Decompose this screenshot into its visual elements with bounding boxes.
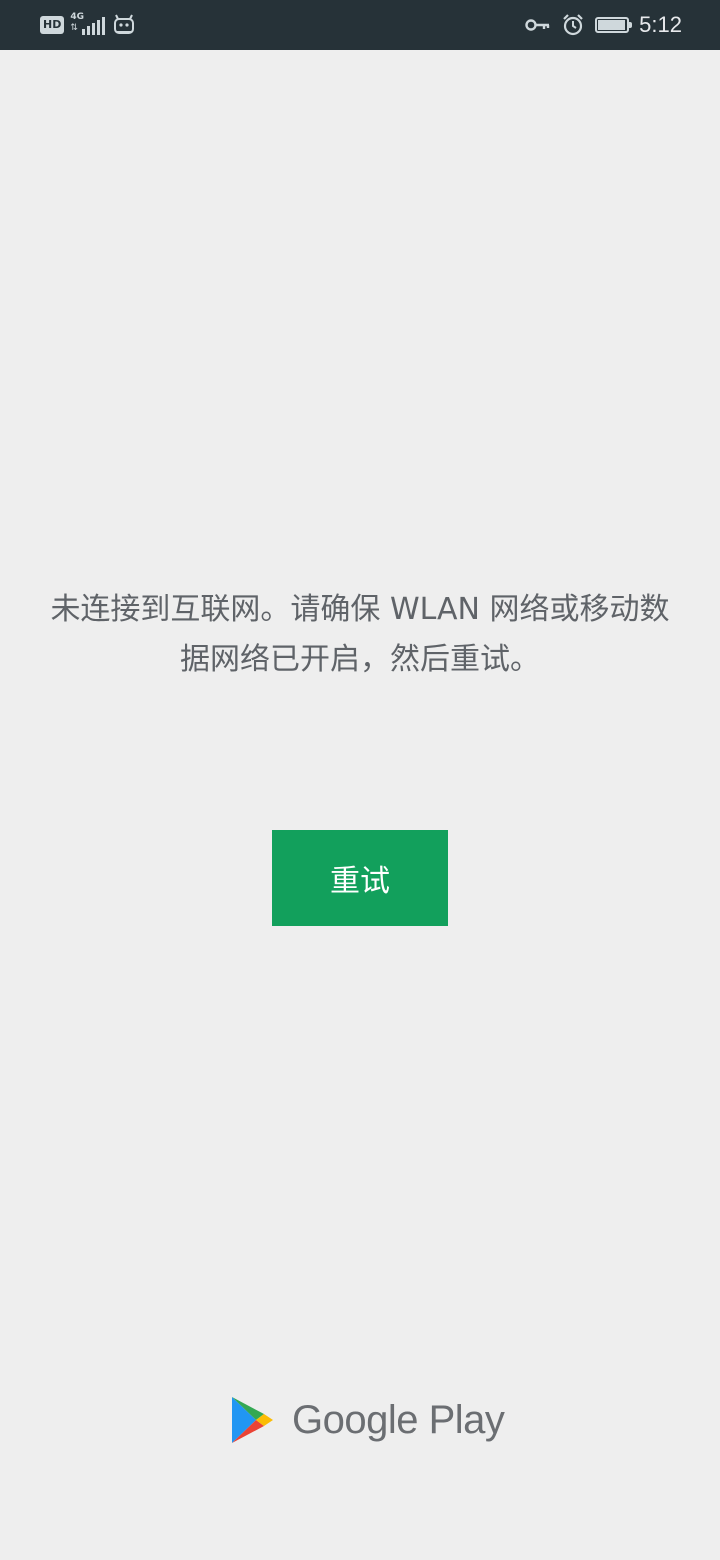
signal-bars [82,17,106,35]
notification-icon [114,14,135,34]
battery-level [598,20,626,30]
google-play-brand: Google Play [230,1394,505,1446]
status-time: 5:12 [639,12,682,37]
status-bar-right: 5:12 [525,10,682,40]
retry-button[interactable]: 重试 [272,830,448,926]
status-bar-left: HD 4G ⇅ [40,12,136,38]
signal-icon: 4G ⇅ [70,12,106,37]
battery-charging-icon [595,17,633,33]
alarm-icon [563,14,583,36]
no-connection-message: 未连接到互联网。请确保 WLAN 网络或移动数据网络已开启，然后重试。 [50,592,670,677]
status-bar: HD 4G ⇅ 5:12 [0,0,720,50]
google-play-wordmark: Google Play [292,1397,505,1442]
data-arrows-icon: ⇅ [70,23,78,33]
google-play-logo-icon [232,1397,273,1443]
hd-icon: HD [40,16,65,34]
vpn-key-icon [525,19,550,31]
